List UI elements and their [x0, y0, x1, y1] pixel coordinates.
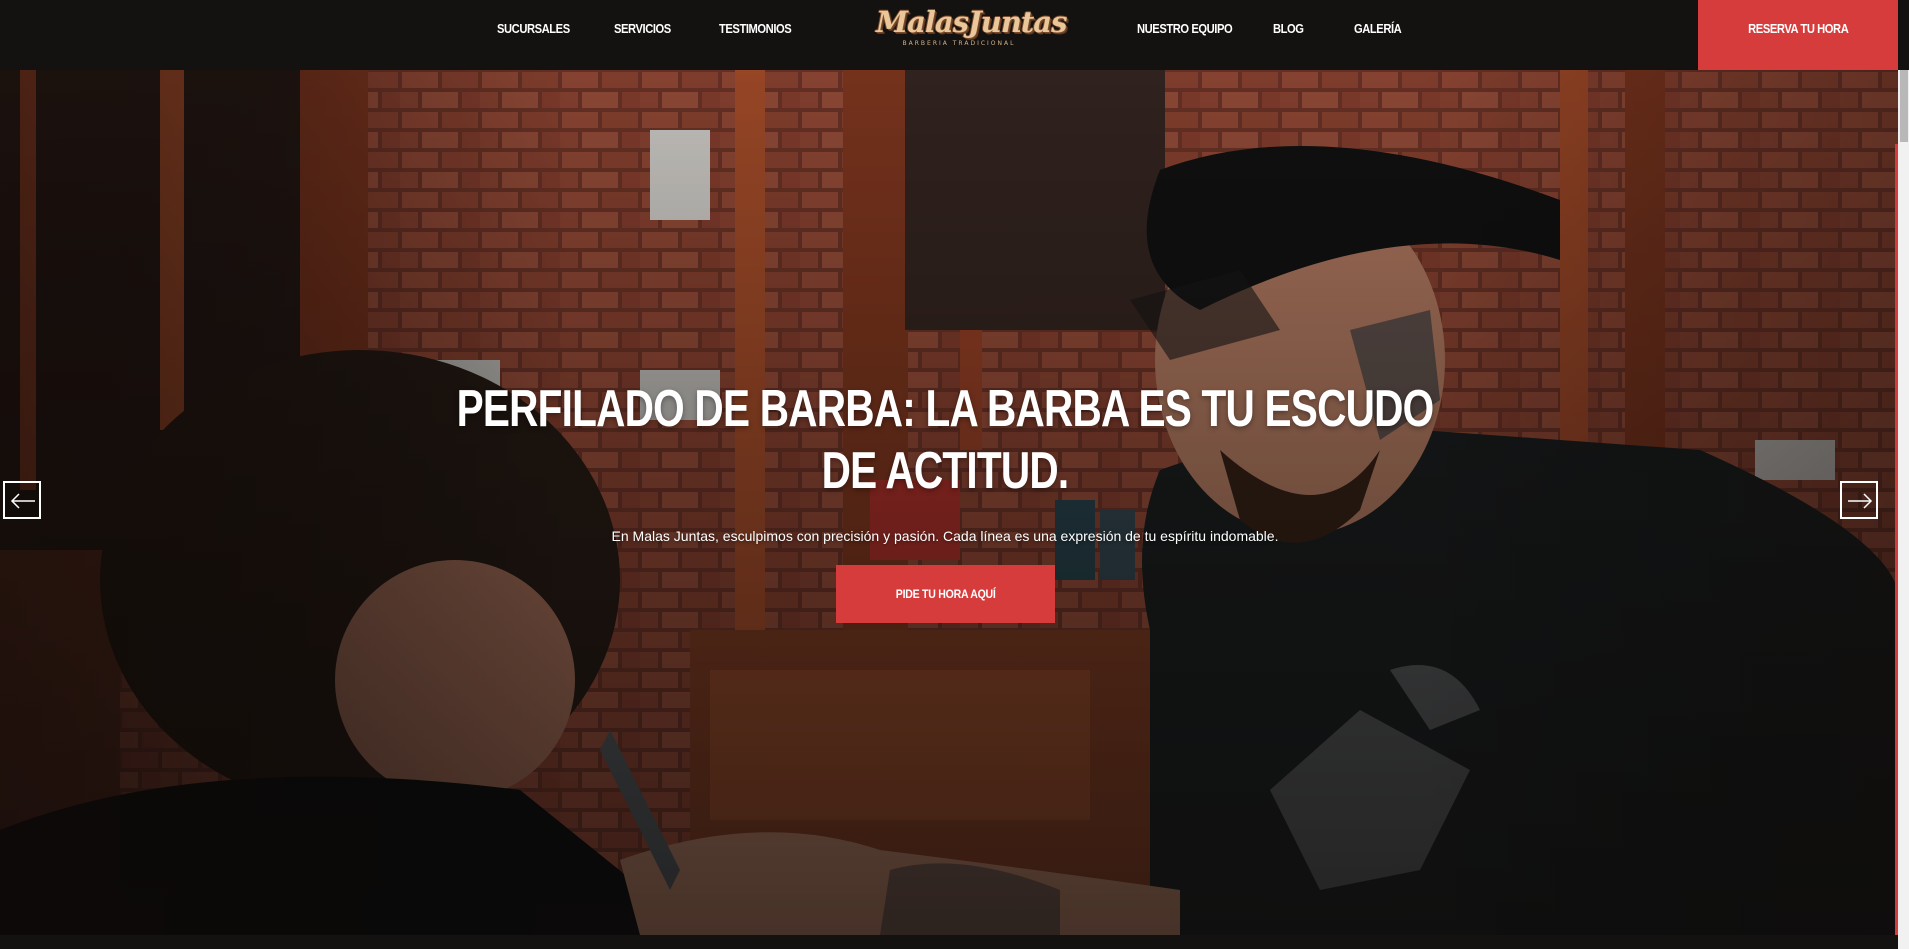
book-appointment-label: PIDE TU HORA AQUÍ	[895, 587, 996, 601]
hero-title-text: PERFILADO DE BARBA: LA BARBA ES TU ESCUD…	[456, 380, 1435, 500]
hero-dark-overlay	[0, 70, 1898, 935]
arrow-left-icon	[10, 493, 35, 509]
brand-logo[interactable]: MalasJuntas BARBERIA TRADICIONAL	[876, 4, 1067, 54]
nav-link-testimonios[interactable]: TESTIMONIOS	[719, 0, 792, 58]
nav-link-galeria[interactable]: GALERÍA	[1354, 0, 1402, 58]
scrollbar-track[interactable]	[1898, 0, 1909, 949]
slider-prev-button[interactable]	[3, 481, 41, 519]
section-divider	[0, 935, 1898, 949]
hero-title: PERFILADO DE BARBA: LA BARBA ES TU ESCUD…	[440, 378, 1450, 502]
logo-tagline: BARBERIA TRADICIONAL	[902, 40, 1016, 47]
arrow-right-icon	[1848, 493, 1873, 509]
nav-link-nuestro-equipo[interactable]: NUESTRO EQUIPO	[1137, 0, 1233, 58]
reserve-button-label: RESERVA TU HORA	[1747, 21, 1849, 36]
hero-slider: PERFILADO DE BARBA: LA BARBA ES TU ESCUD…	[0, 70, 1898, 935]
book-appointment-button[interactable]: PIDE TU HORA AQUÍ	[836, 565, 1055, 623]
nav-link-servicios[interactable]: SERVICIOS	[614, 0, 671, 58]
top-navbar: SUCURSALES SERVICIOS TESTIMONIOS MalasJu…	[0, 0, 1909, 70]
nav-link-blog[interactable]: BLOG	[1273, 0, 1304, 58]
hero-subtitle: En Malas Juntas, esculpimos con precisió…	[611, 528, 1279, 544]
reserve-button[interactable]: RESERVA TU HORA	[1698, 0, 1898, 70]
logo-wordmark: MalasJuntas	[876, 5, 1067, 39]
slider-next-button[interactable]	[1840, 481, 1878, 519]
nav-link-sucursales[interactable]: SUCURSALES	[497, 0, 570, 58]
